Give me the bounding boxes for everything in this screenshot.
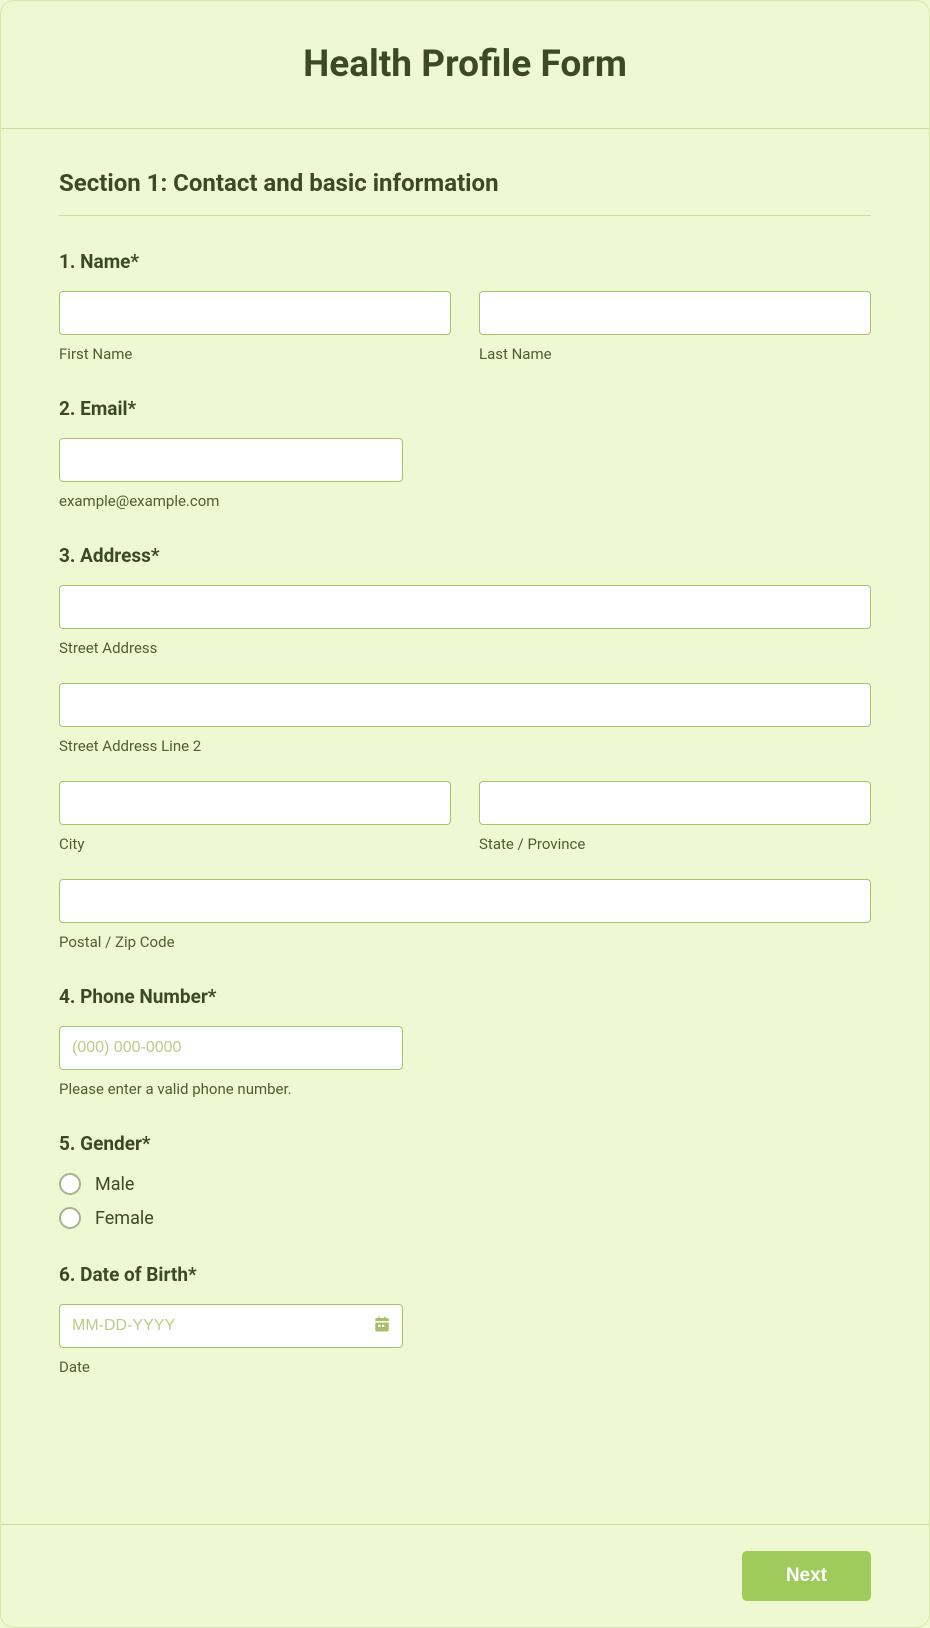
last-name-input[interactable]	[479, 291, 871, 335]
form-content: Section 1: Contact and basic information…	[1, 129, 929, 1524]
question-name: 1. Name* First Name Last Name	[59, 250, 871, 363]
question-dob: 6. Date of Birth* Date	[59, 1263, 871, 1376]
email-sublabel: example@example.com	[59, 492, 403, 510]
dob-input[interactable]	[59, 1304, 403, 1348]
gender-female-radio[interactable]: Female	[59, 1207, 871, 1229]
first-name-sublabel: First Name	[59, 345, 451, 363]
postal-code-input[interactable]	[59, 879, 871, 923]
next-button[interactable]: Next	[742, 1551, 871, 1601]
email-input[interactable]	[59, 438, 403, 482]
state-input[interactable]	[479, 781, 871, 825]
form-footer: Next	[1, 1524, 929, 1627]
city-sublabel: City	[59, 835, 451, 853]
question-dob-label: 6. Date of Birth*	[59, 1263, 871, 1286]
street-address-2-input[interactable]	[59, 683, 871, 727]
gender-male-radio[interactable]: Male	[59, 1173, 871, 1195]
phone-input[interactable]	[59, 1026, 403, 1070]
question-gender: 5. Gender* Male Female	[59, 1132, 871, 1229]
page-title: Health Profile Form	[21, 43, 909, 86]
radio-icon	[59, 1207, 81, 1229]
street-address-2-sublabel: Street Address Line 2	[59, 737, 871, 755]
question-name-label: 1. Name*	[59, 250, 871, 273]
section-divider	[59, 215, 871, 216]
section-title: Section 1: Contact and basic information	[59, 169, 871, 197]
question-email-label: 2. Email*	[59, 397, 871, 420]
state-sublabel: State / Province	[479, 835, 871, 853]
question-phone-label: 4. Phone Number*	[59, 985, 871, 1008]
gender-female-label: Female	[95, 1208, 154, 1229]
gender-male-label: Male	[95, 1174, 134, 1195]
postal-code-sublabel: Postal / Zip Code	[59, 933, 871, 951]
dob-sublabel: Date	[59, 1358, 871, 1376]
city-input[interactable]	[59, 781, 451, 825]
form-header: Health Profile Form	[1, 1, 929, 129]
street-address-input[interactable]	[59, 585, 871, 629]
street-address-sublabel: Street Address	[59, 639, 871, 657]
question-address-label: 3. Address*	[59, 544, 871, 567]
question-phone: 4. Phone Number* Please enter a valid ph…	[59, 985, 871, 1098]
question-address: 3. Address* Street Address Street Addres…	[59, 544, 871, 951]
first-name-input[interactable]	[59, 291, 451, 335]
question-email: 2. Email* example@example.com	[59, 397, 871, 510]
last-name-sublabel: Last Name	[479, 345, 871, 363]
phone-sublabel: Please enter a valid phone number.	[59, 1080, 403, 1098]
question-gender-label: 5. Gender*	[59, 1132, 871, 1155]
radio-icon	[59, 1173, 81, 1195]
